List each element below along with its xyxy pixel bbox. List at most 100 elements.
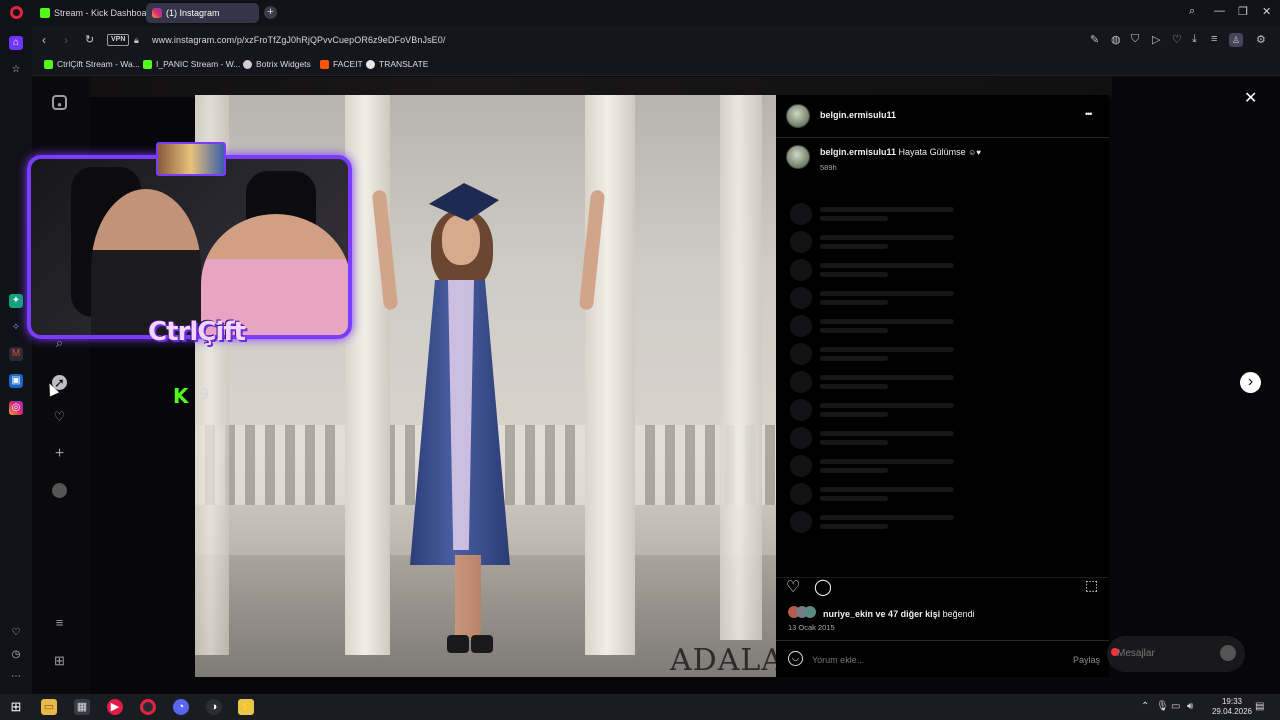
photo-grad-cap <box>429 183 499 221</box>
more-sidebar-icon[interactable]: ⋯ <box>9 670 23 684</box>
bookmark-faceit[interactable]: FACEIT <box>320 59 363 69</box>
tab-instagram[interactable]: (1) Instagram <box>146 3 259 23</box>
skeleton-line <box>820 263 954 268</box>
bookmark-label: FACEIT <box>333 59 363 69</box>
clock-time: 19:33 <box>1221 697 1242 706</box>
media-player-icon[interactable]: ▶ <box>107 699 123 715</box>
lock-icon[interactable]: 🔒︎ <box>134 35 139 46</box>
profile-avatar-icon[interactable] <box>52 483 67 498</box>
pinboard-icon[interactable]: ☆ <box>9 63 23 77</box>
edit-icon[interactable]: ✎ <box>1090 33 1099 46</box>
camera-icon[interactable]: ◍ <box>1111 33 1121 46</box>
messages-label: Mesajlar <box>1117 648 1155 659</box>
gmail-icon[interactable]: M <box>9 347 23 361</box>
aria-icon[interactable]: ✧ <box>9 321 23 335</box>
likes-summary[interactable]: nuriye_ekin ve 47 diğer kişi beğendi <box>823 609 975 619</box>
file-explorer-icon[interactable]: ▭ <box>41 699 57 715</box>
account-icon[interactable]: ♙ <box>1229 33 1243 47</box>
opera-logo-icon[interactable] <box>10 6 23 19</box>
minimize-button[interactable]: — <box>1214 5 1225 17</box>
network-icon[interactable]: ▭ <box>1171 701 1180 712</box>
create-icon[interactable]: + <box>52 446 67 462</box>
discord-icon[interactable]: ◔ <box>173 699 189 715</box>
translate-icon <box>366 59 375 69</box>
skeleton-line <box>820 487 954 492</box>
photo-legs <box>455 555 481 640</box>
tab-kick-dashboard[interactable]: Stream - Kick Dashboard <box>34 3 161 23</box>
skeleton-line <box>820 319 954 324</box>
viewer-count: 9 <box>200 386 209 403</box>
app-shortcut-icon[interactable]: ⚡ <box>238 699 254 715</box>
calculator-icon[interactable]: ▦ <box>74 699 90 715</box>
reload-button[interactable]: ↻ <box>85 33 94 46</box>
caption-username[interactable]: belgin.ermisulu11 <box>820 147 896 157</box>
windows-start-icon[interactable]: ⊞ <box>8 699 24 715</box>
close-modal-button[interactable]: ✕ <box>1244 88 1257 108</box>
instagram-logo-icon[interactable]: ● <box>52 95 67 110</box>
skeleton-avatar <box>790 315 812 337</box>
more-menu-icon[interactable]: ≡ <box>52 615 67 630</box>
comment-input[interactable] <box>812 653 1042 667</box>
player-icon[interactable]: ▷ <box>1152 33 1160 46</box>
comment-icon[interactable]: ◯ <box>814 577 832 597</box>
post-comment-button[interactable]: Paylaş <box>1073 655 1100 665</box>
download-icon[interactable]: ⤓ <box>1192 33 1197 46</box>
restore-button[interactable]: ❐ <box>1238 5 1248 18</box>
home-icon[interactable]: ⌂ <box>9 36 23 50</box>
caption-avatar[interactable] <box>786 145 810 169</box>
obs-icon[interactable]: ◑ <box>206 699 222 715</box>
bookmarks-bar: CtrlÇift Stream - Wa... I_PANIC Stream -… <box>32 54 1280 76</box>
chatgpt-icon[interactable]: ✦ <box>9 294 23 308</box>
opera-taskbar-icon[interactable] <box>140 699 156 715</box>
comment-divider <box>776 640 1109 641</box>
like-icon[interactable]: ♡ <box>786 577 800 597</box>
skeleton-line <box>820 459 954 464</box>
back-button[interactable]: ‹ <box>42 33 46 47</box>
messages-avatar <box>1220 645 1236 661</box>
save-icon[interactable]: ⬚ <box>1085 577 1098 594</box>
likes-user[interactable]: nuriye_ekin <box>823 609 873 619</box>
taskbar-clock[interactable]: 19:33 29.04.2026 <box>1212 697 1252 717</box>
volume-icon[interactable]: 🔊︎ <box>1187 701 1193 712</box>
tray-overflow-icon[interactable]: ⌃ <box>1141 701 1149 712</box>
skeleton-avatar <box>790 231 812 253</box>
bookmark-botrix[interactable]: Botrix Widgets <box>243 59 311 69</box>
photo-face <box>442 215 480 265</box>
likes-and[interactable]: ve 47 diğer kişi <box>876 609 941 619</box>
caption: belgin.ermisulu11 Hayata Gülümse ☺♥︎ <box>820 147 981 157</box>
skeleton-line <box>820 356 888 361</box>
close-window-button[interactable]: ✕ <box>1262 5 1271 18</box>
kick-icon <box>44 59 53 69</box>
notification-icon[interactable]: ▤ <box>1255 701 1264 712</box>
kick-favicon-icon <box>40 8 50 18</box>
new-tab-button[interactable]: + <box>264 6 277 19</box>
author-username[interactable]: belgin.ermisulu11 <box>820 110 896 120</box>
forward-button[interactable]: › <box>64 33 68 47</box>
emoji-icon[interactable]: ◡ <box>788 651 803 666</box>
heart-icon[interactable]: ♡ <box>1172 33 1182 46</box>
skeleton-line <box>820 207 954 212</box>
menu-icon[interactable]: ≡ <box>1211 33 1217 45</box>
vpn-badge[interactable]: VPN <box>107 34 130 46</box>
url-field[interactable]: www.instagram.com/p/xzFroTfZgJ0hRjQPvvCu… <box>152 35 446 45</box>
favorites-icon[interactable]: ♡ <box>9 626 23 640</box>
shield-icon[interactable]: ⛉ <box>1131 33 1139 46</box>
skeleton-line <box>820 272 888 277</box>
search-tabs-icon[interactable]: ⌕ <box>1189 5 1195 18</box>
microphone-icon[interactable]: 🎙︎ <box>1156 701 1169 712</box>
instagram-sidebar-icon[interactable]: ◎ <box>9 401 23 415</box>
instagram-favicon-icon <box>152 8 162 18</box>
botrix-icon <box>243 59 252 69</box>
author-avatar[interactable] <box>786 104 810 128</box>
settings-icon[interactable]: ⚙ <box>1256 33 1266 46</box>
messages-pill[interactable]: Mesajlar <box>1107 636 1245 672</box>
history-icon[interactable]: ◷ <box>9 648 23 662</box>
notifications-icon[interactable]: ♡ <box>52 409 67 424</box>
bookmark-translate[interactable]: TRANSLATE <box>366 59 428 69</box>
bookmark-ctrlcift[interactable]: CtrlÇift Stream - Wa... <box>44 59 140 69</box>
outlook-icon[interactable]: ▣ <box>9 374 23 388</box>
also-from-meta-icon[interactable]: ⊞ <box>52 653 67 668</box>
bookmark-ipanic[interactable]: I_PANIC Stream - W... <box>143 59 240 69</box>
more-options-button[interactable]: ••• <box>1085 109 1093 119</box>
next-post-button[interactable]: › <box>1240 372 1261 393</box>
